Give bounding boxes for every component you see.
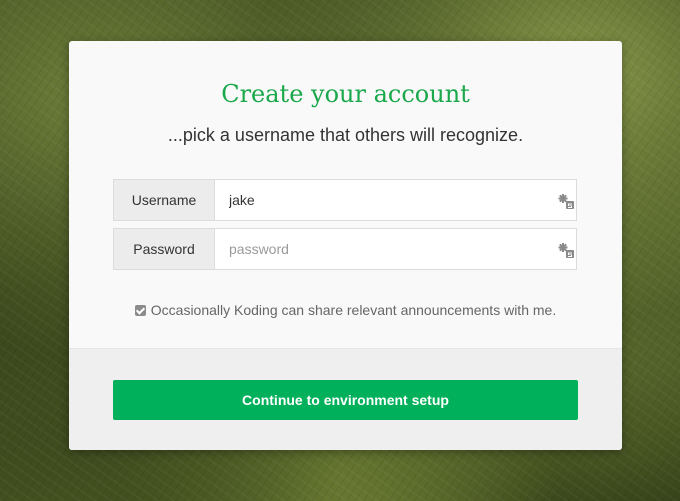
username-label: Username: [114, 180, 215, 220]
page-subtitle: ...pick a username that others will reco…: [167, 125, 524, 145]
signup-card: Create your account ...pick a username t…: [69, 41, 622, 450]
username-field: Username: [113, 179, 577, 221]
password-manager-icon[interactable]: [558, 242, 574, 258]
username-input[interactable]: [215, 180, 554, 220]
password-input[interactable]: [215, 229, 554, 269]
password-label: Password: [114, 229, 215, 269]
password-manager-icon[interactable]: [558, 193, 574, 209]
page-title: Create your account: [221, 80, 470, 108]
card-footer: Continue to environment setup: [69, 348, 622, 450]
consent-row[interactable]: Occasionally Koding can share relevant a…: [69, 302, 622, 318]
password-field: Password: [113, 228, 577, 270]
continue-button[interactable]: Continue to environment setup: [113, 380, 578, 420]
checkbox-checked-icon[interactable]: [134, 304, 146, 316]
consent-label: Occasionally Koding can share relevant a…: [150, 302, 557, 318]
